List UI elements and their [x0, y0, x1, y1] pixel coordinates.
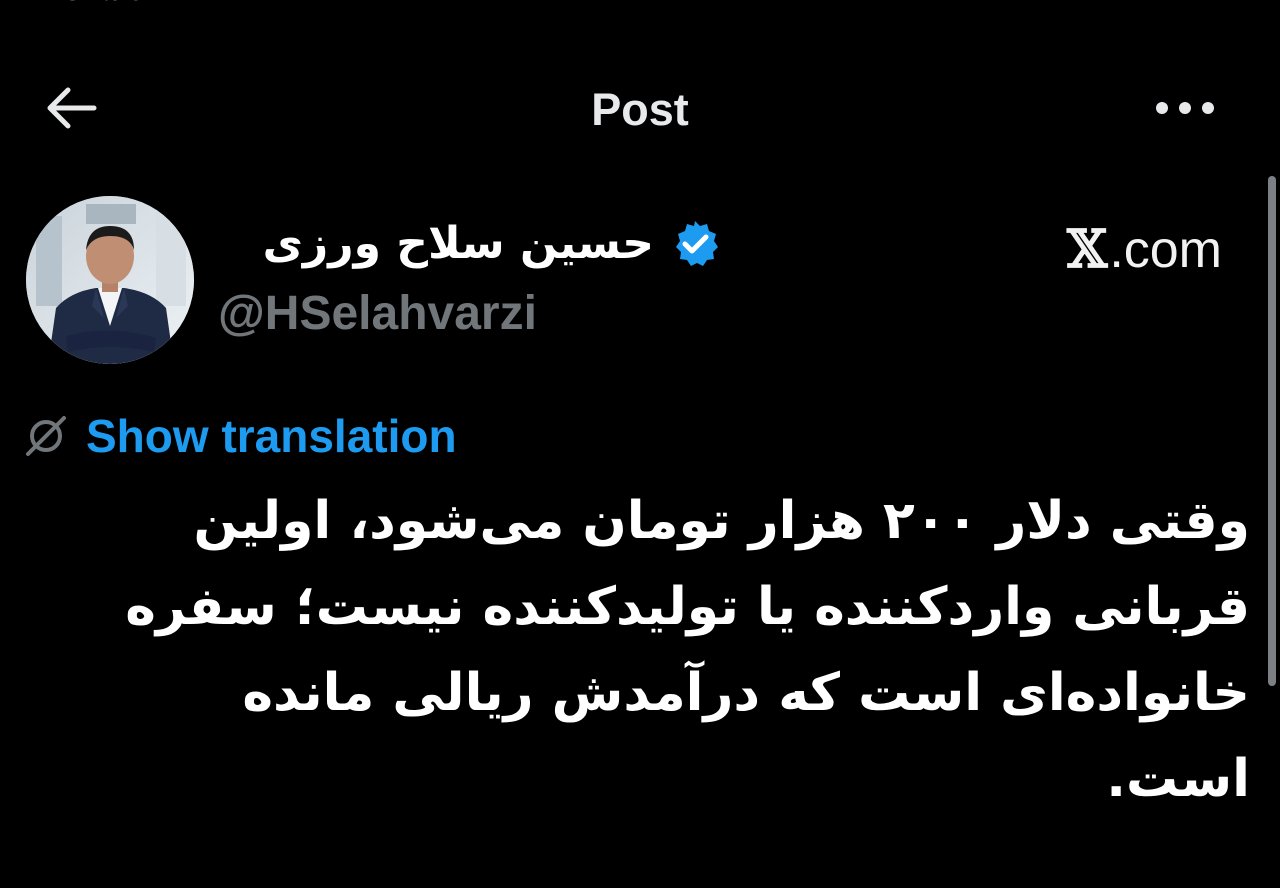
author-name[interactable]: حسین سلاح ورزی	[263, 212, 654, 276]
source-watermark: 𝕏 .com	[1066, 219, 1222, 280]
verified-badge-icon	[670, 219, 720, 269]
tweet-line: است.	[1106, 749, 1250, 809]
author-handle[interactable]: @HSelahvarzi	[218, 284, 537, 344]
show-translation-label[interactable]: Show translation	[86, 408, 457, 464]
tweet-line: قربانی واردکننده یا تولیدکننده نیست؛ سفر…	[125, 577, 1250, 637]
status-peek-text: ‹ Shafer	[44, 0, 156, 8]
more-options-button[interactable]	[1150, 82, 1220, 138]
tweet-line: وقتی دلار ۲۰۰ هزار تومان می‌شود، اولین	[193, 491, 1250, 551]
scrollbar[interactable]	[1268, 176, 1276, 686]
tweet-line: خانواده‌ای است که درآمدش ریالی مانده	[242, 663, 1250, 723]
author-name-row[interactable]: حسین سلاح ورزی	[263, 212, 720, 276]
tweet-text: وقتی دلار ۲۰۰ هزار تومان می‌شود، اولین ق…	[50, 478, 1250, 822]
source-domain: .com	[1109, 221, 1222, 279]
show-translation-button[interactable]: Show translation	[24, 408, 457, 464]
translate-off-icon	[24, 414, 68, 458]
x-logo: 𝕏	[1066, 219, 1108, 280]
page-title: Post	[591, 84, 689, 135]
post-screen: ‹ Shafer Post	[0, 0, 1280, 888]
avatar[interactable]	[26, 196, 194, 364]
more-horizontal-icon	[1154, 100, 1216, 120]
header-bar: Post	[0, 70, 1280, 150]
